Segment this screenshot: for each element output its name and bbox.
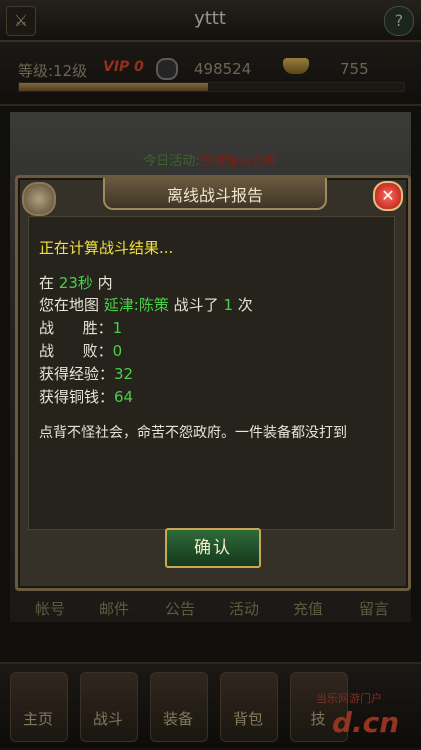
win-label: 战 胜： [39, 319, 113, 337]
money-line: 获得铜钱：64 [39, 386, 133, 407]
lose-label: 战 败： [39, 342, 113, 360]
report-content: 正在计算战斗结果... 在 23秒 内 您在地图 延津:陈策 战斗了 1 次 战… [28, 216, 395, 530]
close-button[interactable]: ✕ [373, 181, 403, 211]
lose-line: 战 败：0 [39, 340, 122, 361]
map-mid: 战斗了 [173, 296, 219, 314]
win-value: 1 [112, 319, 123, 337]
confirm-button[interactable]: 确认 [165, 528, 261, 568]
map-suffix: 次 [237, 296, 253, 314]
dialog-header: 离线战斗报告 [103, 178, 327, 210]
emblem-icon [22, 182, 56, 216]
calculating-text: 正在计算战斗结果... [39, 239, 174, 257]
map-prefix: 您在地图 [39, 296, 100, 314]
time-suffix: 内 [97, 274, 113, 292]
money-label: 获得铜钱： [39, 388, 115, 406]
offline-battle-report-dialog: 离线战斗报告 ✕ 正在计算战斗结果... 在 23秒 内 您在地图 延津:陈策 … [15, 175, 411, 591]
win-line: 战 胜：1 [39, 317, 122, 338]
exp-line: 获得经验：32 [39, 363, 133, 384]
lose-value: 0 [112, 342, 123, 360]
map-line: 您在地图 延津:陈策 战斗了 1 次 [39, 294, 253, 315]
dialog-title: 离线战斗报告 [166, 186, 263, 205]
money-value: 64 [114, 388, 134, 406]
time-line: 在 23秒 内 [39, 272, 113, 293]
map-name: 延津:陈策 [103, 296, 169, 314]
time-value: 23秒 [58, 274, 93, 292]
exp-value: 32 [114, 365, 134, 383]
battle-count: 1 [223, 296, 233, 314]
time-prefix: 在 [39, 274, 55, 292]
exp-label: 获得经验： [39, 365, 115, 383]
result-message: 点背不怪社会，命苦不怨政府。一件装备都没打到 [39, 425, 347, 441]
